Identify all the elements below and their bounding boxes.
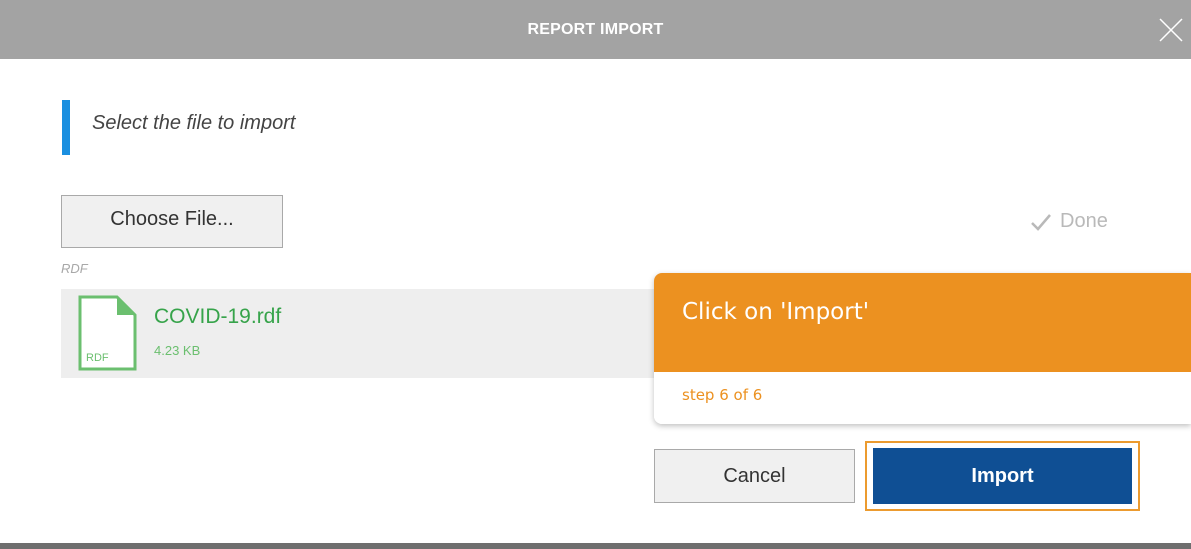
checkmark-icon (1031, 213, 1051, 231)
instruction-text: Select the file to import (92, 112, 296, 134)
file-icon-label: RDF (86, 352, 109, 364)
report-import-dialog: REPORT IMPORT Select the file to import … (0, 0, 1191, 543)
choose-file-button[interactable]: Choose File... (61, 195, 283, 248)
done-indicator: Done (1030, 210, 1108, 233)
tooltip-message: Click on 'Import' (654, 273, 1191, 372)
tooltip-step-counter: step 6 of 6 (654, 372, 1191, 424)
done-label: Done (1060, 210, 1108, 232)
guided-tour-tooltip: Click on 'Import' step 6 of 6 (654, 273, 1191, 424)
import-button[interactable]: Import (873, 448, 1132, 504)
rdf-file-icon: RDF (78, 295, 137, 371)
instruction-section: Select the file to import (62, 100, 295, 155)
file-size: 4.23 KB (154, 343, 201, 358)
file-name: COVID-19.rdf (154, 305, 282, 328)
dialog-title-bar: REPORT IMPORT (0, 0, 1191, 59)
cancel-button[interactable]: Cancel (654, 449, 855, 503)
dialog-title: REPORT IMPORT (527, 20, 664, 38)
close-icon[interactable] (1157, 16, 1185, 44)
file-type-label: RDF (61, 261, 88, 276)
instruction-accent-bar (62, 100, 70, 155)
